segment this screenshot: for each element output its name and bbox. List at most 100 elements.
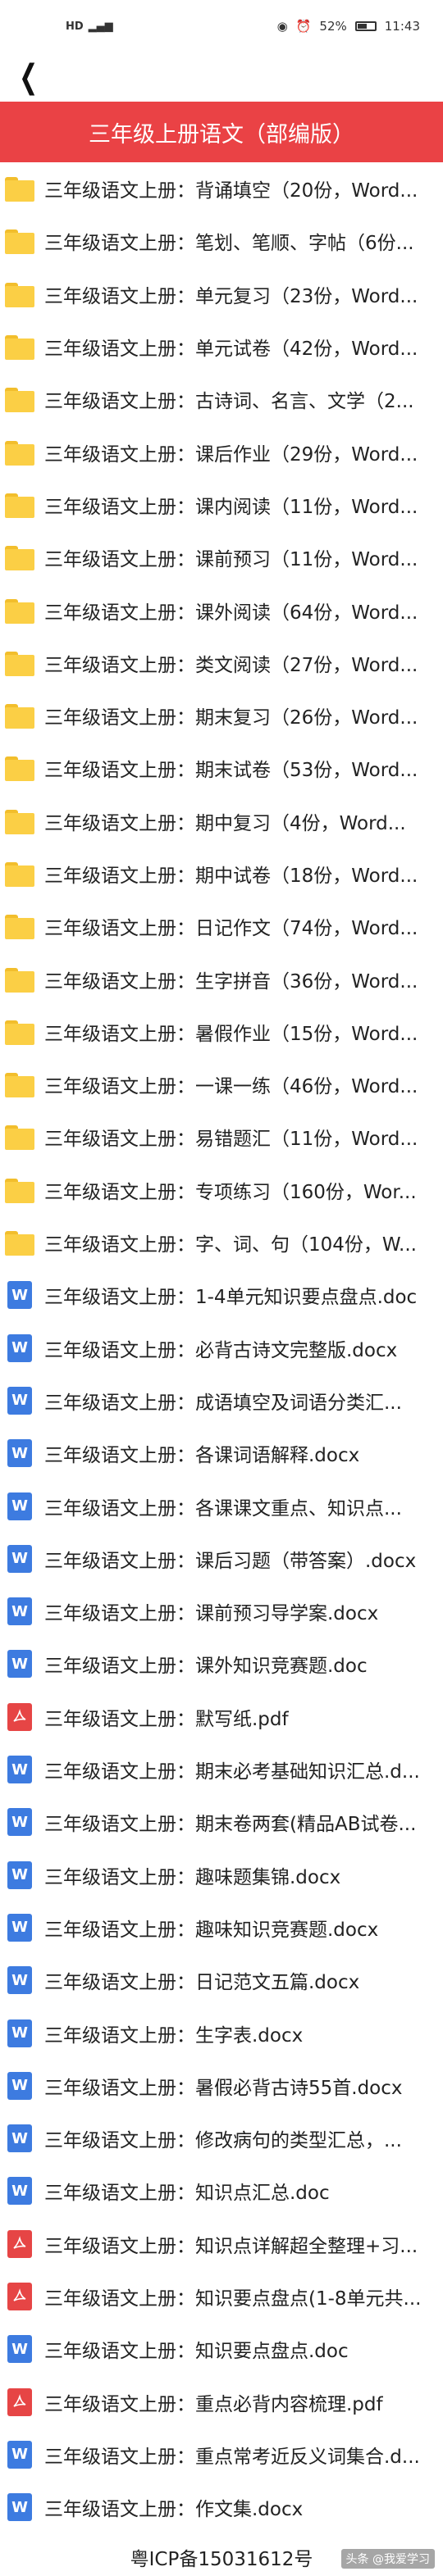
folder-icon <box>5 1071 34 1098</box>
status-right: ◉ ⏰ 52% 11:43 <box>277 19 420 34</box>
list-item[interactable]: W 三年级语文上册：课后习题（带答案）.docx <box>0 1533 443 1585</box>
list-item[interactable]: 三年级语文上册：古诗词、名言、文学（2... <box>0 373 443 425</box>
list-item[interactable]: W 三年级语文上册：修改病句的类型汇总，... <box>0 2112 443 2165</box>
chevron-left-icon[interactable]: ❮ <box>19 61 38 93</box>
item-name: 三年级语文上册：课外阅读（64份，Word... <box>44 602 418 624</box>
folder-icon <box>5 1019 34 1045</box>
item-name: 三年级语文上册：知识点汇总.doc <box>44 2183 330 2205</box>
item-name: 三年级语文上册：专项练习（160份，Wor... <box>44 1181 417 1203</box>
list-item[interactable]: 三年级语文上册：重点必背内容梳理.pdf <box>0 2375 443 2428</box>
list-item[interactable]: 三年级语文上册：期中复习（4份，Word... <box>0 795 443 847</box>
folder-icon <box>5 650 34 676</box>
item-name: 三年级语文上册：课内阅读（11份，Word... <box>44 496 418 518</box>
item-name: 三年级语文上册：课前预习导学案.docx <box>44 1603 379 1625</box>
list-item[interactable]: 三年级语文上册：期末复习（26份，Word... <box>0 689 443 742</box>
folder-icon <box>5 597 34 624</box>
list-item[interactable]: 三年级语文上册：暑假作业（15份，Word... <box>0 1006 443 1058</box>
word-doc-icon: W <box>7 2440 32 2469</box>
folder-icon <box>5 755 34 782</box>
list-item[interactable]: 三年级语文上册：一课一练（46份，Word... <box>0 1058 443 1111</box>
list-item[interactable]: W 三年级语文上册：知识要点盘点.doc <box>0 2323 443 2375</box>
signal-icon: ▂▄▆ <box>88 20 113 33</box>
item-name: 三年级语文上册：生字拼音（36份，Word... <box>44 970 418 993</box>
status-left: HD ▂▄▆ <box>66 20 113 33</box>
list-item[interactable]: 三年级语文上册：课后作业（29份，Word... <box>0 425 443 478</box>
list-item[interactable]: 三年级语文上册：专项练习（160份，Wor... <box>0 1164 443 1216</box>
word-doc-icon: W <box>7 1492 32 1520</box>
list-item[interactable]: 三年级语文上册：知识要点盘点(1-8单元共... <box>0 2270 443 2323</box>
network-label: HD <box>66 20 84 33</box>
list-item[interactable]: W 三年级语文上册：生字表.docx <box>0 2006 443 2059</box>
word-doc-icon: W <box>7 1966 32 1995</box>
list-item[interactable]: W 三年级语文上册：1-4单元知识要点盘点.doc <box>0 1269 443 1321</box>
folder-icon <box>5 386 34 413</box>
list-item[interactable]: W 三年级语文上册：趣味题集锦.docx <box>0 1849 443 1901</box>
list-item[interactable]: 三年级语文上册：笔划、笔顺、字帖（6份... <box>0 215 443 267</box>
word-doc-icon: W <box>7 2493 32 2522</box>
list-item[interactable]: 三年级语文上册：课内阅读（11份，Word... <box>0 479 443 531</box>
pdf-icon <box>7 1702 32 1731</box>
list-item[interactable]: W 三年级语文上册：成语填空及词语分类汇... <box>0 1374 443 1427</box>
folder-icon <box>5 334 34 361</box>
item-name: 三年级语文上册：各课词语解释.docx <box>44 1445 360 1467</box>
item-name: 三年级语文上册：日记范文五篇.docx <box>44 1972 360 1994</box>
item-name: 三年级语文上册：易错题汇（11份，Word... <box>44 1129 418 1151</box>
list-item[interactable]: 三年级语文上册：背诵填空（20份，Word... <box>0 162 443 215</box>
item-name: 三年级语文上册：1-4单元知识要点盘点.doc <box>44 1287 418 1309</box>
list-item[interactable]: W 三年级语文上册：趣味知识竞赛题.docx <box>0 1901 443 1954</box>
folder-icon <box>5 175 34 202</box>
item-name: 三年级语文上册：修改病句的类型汇总，... <box>44 2130 402 2152</box>
list-item[interactable]: 三年级语文上册：默写纸.pdf <box>0 1691 443 1743</box>
word-doc-icon: W <box>7 2177 32 2206</box>
list-item[interactable]: 三年级语文上册：课外阅读（64份，Word... <box>0 584 443 636</box>
folder-icon <box>5 808 34 834</box>
list-item[interactable]: 三年级语文上册：期中试卷（18份，Word... <box>0 847 443 900</box>
status-bar: HD ▂▄▆ ◉ ⏰ 52% 11:43 <box>0 0 443 52</box>
folder-icon <box>5 1229 34 1256</box>
list-item[interactable]: W 三年级语文上册：期末卷两套(精品AB试卷... <box>0 1796 443 1848</box>
folder-icon <box>5 966 34 993</box>
list-item[interactable]: W 三年级语文上册：作文集.docx <box>0 2481 443 2533</box>
list-item[interactable]: 三年级语文上册：日记作文（74份，Word... <box>0 900 443 952</box>
list-item[interactable]: W 三年级语文上册：必背古诗文完整版.docx <box>0 1322 443 1374</box>
folder-icon <box>5 861 34 887</box>
list-item[interactable]: W 三年级语文上册：各课课文重点、知识点... <box>0 1479 443 1532</box>
list-item[interactable]: 三年级语文上册：易错题汇（11份，Word... <box>0 1111 443 1163</box>
list-item[interactable]: 三年级语文上册：类文阅读（27份，Word... <box>0 637 443 689</box>
list-item[interactable]: W 三年级语文上册：课外知识竞赛题.doc <box>0 1638 443 1690</box>
list-item[interactable]: W 三年级语文上册：知识点汇总.doc <box>0 2165 443 2217</box>
list-item[interactable]: 三年级语文上册：单元复习（23份，Word... <box>0 268 443 320</box>
item-name: 三年级语文上册：期末复习（26份，Word... <box>44 707 418 729</box>
list-item[interactable]: W 三年级语文上册：日记范文五篇.docx <box>0 1954 443 2006</box>
folder-icon <box>5 1124 34 1151</box>
word-doc-icon: W <box>7 1860 32 1889</box>
list-item[interactable]: W 三年级语文上册：暑假必背古诗55首.docx <box>0 2060 443 2112</box>
item-name: 三年级语文上册：课外知识竞赛题.doc <box>44 1656 368 1678</box>
list-item[interactable]: 三年级语文上册：字、词、句（104份，W... <box>0 1216 443 1269</box>
item-name: 三年级语文上册：知识点详解超全整理+习... <box>44 2235 418 2257</box>
list-item[interactable]: 三年级语文上册：知识点详解超全整理+习... <box>0 2218 443 2270</box>
item-name: 三年级语文上册：知识要点盘点(1-8单元共... <box>44 2288 422 2310</box>
pdf-icon <box>7 2387 32 2416</box>
word-doc-icon: W <box>7 1544 32 1573</box>
list-item[interactable]: W 三年级语文上册：各课词语解释.docx <box>0 1427 443 1479</box>
list-item[interactable]: 三年级语文上册：课前预习（11份，Word... <box>0 531 443 584</box>
eye-icon: ◉ <box>276 19 288 34</box>
list-item[interactable]: W 三年级语文上册：期末必考基础知识汇总.d... <box>0 1743 443 1796</box>
list-item[interactable]: 三年级语文上册：单元试卷（42份，Word... <box>0 320 443 373</box>
item-name: 三年级语文上册：生字表.docx <box>44 2024 304 2047</box>
word-doc-icon: W <box>7 2335 32 2364</box>
item-name: 三年级语文上册：单元复习（23份，Word... <box>44 285 418 307</box>
file-list: 三年级语文上册：背诵填空（20份，Word... 三年级语文上册：笔划、笔顺、字帖… <box>0 162 443 2533</box>
item-name: 三年级语文上册：期中试卷（18份，Word... <box>44 865 418 887</box>
folder-icon <box>5 702 34 729</box>
folder-icon <box>5 913 34 940</box>
folder-icon <box>5 281 34 307</box>
list-item[interactable]: W 三年级语文上册：课前预习导学案.docx <box>0 1585 443 1638</box>
list-item[interactable]: W 三年级语文上册：重点常考近反义词集合.d... <box>0 2428 443 2481</box>
list-item[interactable]: 三年级语文上册：期末试卷（53份，Word... <box>0 742 443 794</box>
list-item[interactable]: 三年级语文上册：生字拼音（36份，Word... <box>0 952 443 1005</box>
item-name: 三年级语文上册：必背古诗文完整版.docx <box>44 1339 398 1361</box>
item-name: 三年级语文上册：趣味题集锦.docx <box>44 1866 341 1888</box>
folder-icon <box>5 1177 34 1203</box>
